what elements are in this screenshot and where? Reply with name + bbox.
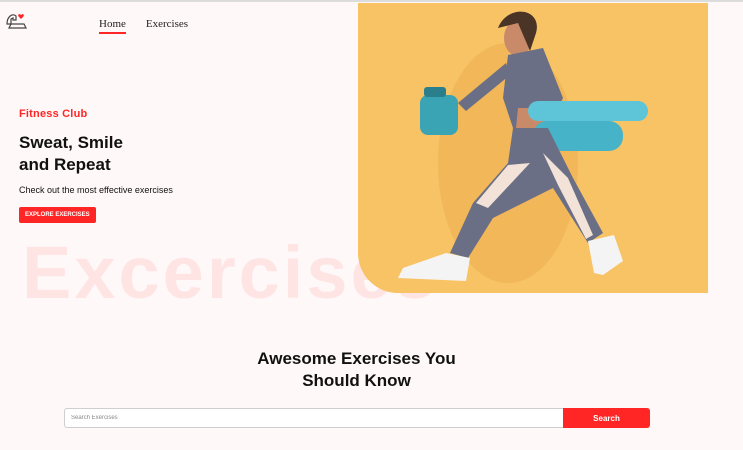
woman-with-yoga-mat-illustration (398, 11, 648, 283)
main-nav: Home Exercises (99, 18, 188, 34)
brand-label: Fitness Club (19, 108, 88, 120)
search-input[interactable] (64, 408, 563, 428)
hero-subline: Check out the most effective exercises (19, 185, 173, 195)
section-title: Awesome Exercises You Should Know (257, 349, 456, 390)
hero-text-block: Fitness Club Sweat, Smile and Repeat Che… (19, 108, 349, 223)
gym-logo-icon[interactable] (4, 10, 30, 32)
explore-exercises-button[interactable]: EXPLORE EXERCISES (19, 207, 96, 223)
nav-exercises-link[interactable]: Exercises (146, 18, 188, 34)
hero-banner-image (358, 3, 708, 293)
hero-headline: Sweat, Smile and Repeat (19, 133, 123, 174)
nav-home-link[interactable]: Home (99, 18, 126, 34)
top-border (0, 0, 743, 2)
search-bar: Search (64, 408, 650, 428)
search-button[interactable]: Search (563, 408, 650, 428)
